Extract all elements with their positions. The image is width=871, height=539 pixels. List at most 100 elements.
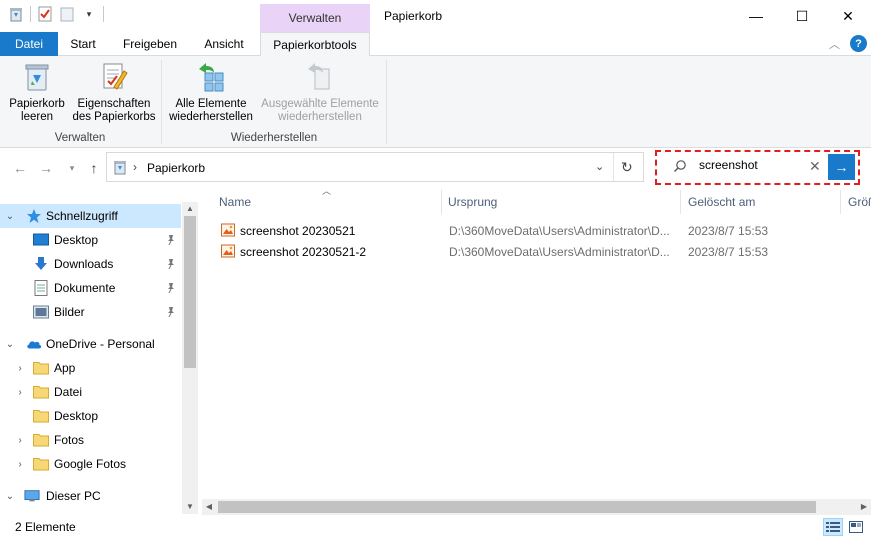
column-header-origin[interactable]: Ursprung [448,190,497,214]
nav-item-label: Schnellzugriff [46,209,118,223]
breadcrumb-chevron-icon[interactable]: › [133,160,137,174]
nav-item-onedrive[interactable]: ⌄ OneDrive - Personal [0,332,181,356]
nav-item-label: Bilder [54,305,85,319]
expand-chevron-icon[interactable]: › [14,435,26,446]
search-icon [673,159,687,176]
restore-selected-button[interactable]: Ausgewählte Elemente wiederherstellen [260,60,380,124]
nav-item-onedrive-desktop[interactable]: Desktop [0,404,181,428]
scroll-up-icon[interactable]: ▲ [182,202,198,216]
empty-recycle-bin-button[interactable]: Papierkorb leeren [6,60,68,124]
forward-arrow-icon[interactable]: → [38,160,54,176]
expand-chevron-icon[interactable]: › [14,363,26,374]
nav-item-dokumente[interactable]: Dokumente [0,276,181,300]
column-header-deleted[interactable]: Gelöscht am [688,190,755,214]
nav-item-label: Datei [54,385,83,399]
nav-item-datei[interactable]: › Datei [0,380,181,404]
document-icon [33,280,49,296]
scrollbar-thumb[interactable] [184,216,196,368]
qat-divider [30,6,31,22]
maximize-button[interactable]: ☐ [779,0,825,32]
column-divider[interactable] [680,190,681,214]
restore-selected-icon [304,60,336,94]
folder-icon [33,432,49,448]
folder-icon [33,360,49,376]
search-box[interactable]: ✕ → [661,154,855,180]
up-arrow-icon[interactable]: ↑ [86,160,102,176]
scroll-right-icon[interactable]: ▶ [857,499,871,515]
file-row[interactable]: screenshot 20230521-2 D:\360MoveData\Use… [212,241,871,262]
large-icons-view-icon[interactable] [846,518,866,536]
column-header-size[interactable]: Größ [848,190,871,214]
tab-freigeben[interactable]: Freigeben [114,32,186,56]
scroll-down-icon[interactable]: ▼ [182,500,198,514]
nav-item-desktop[interactable]: Desktop [0,228,181,252]
download-icon [33,256,49,272]
nav-item-label: Desktop [54,233,99,247]
collapse-chevron-icon[interactable]: ⌄ [4,339,16,350]
nav-item-app[interactable]: › App [0,356,181,380]
restore-all-icon [195,60,227,94]
image-file-icon [221,223,235,240]
nav-item-downloads[interactable]: Downloads [0,252,181,276]
nav-item-bilder[interactable]: Bilder [0,300,181,324]
recent-locations-chevron-icon[interactable]: ▾ [64,160,80,176]
file-name: screenshot 20230521-2 [240,245,367,259]
nav-item-dieser-pc[interactable]: ⌄ Dieser PC [0,484,181,508]
file-row[interactable]: screenshot 20230521 D:\360MoveData\Users… [212,220,871,241]
nav-item-label: OneDrive - Personal [46,337,155,351]
search-go-button[interactable]: → [828,154,855,180]
empty-recycle-bin-icon [21,60,53,94]
clear-search-icon[interactable]: ✕ [809,158,821,175]
collapse-chevron-icon[interactable]: ⌄ [4,491,16,502]
empty-recycle-bin-label: Papierkorb leeren [9,98,65,123]
pin-icon [166,258,176,273]
address-history-chevron-icon[interactable]: ⌄ [595,160,604,173]
pictures-icon [33,304,49,320]
details-view-icon[interactable] [823,518,843,536]
scrollbar-thumb[interactable] [218,501,816,513]
file-origin: D:\360MoveData\Users\Administrator\D... [449,245,670,259]
tab-datei[interactable]: Datei [0,32,58,56]
expand-chevron-icon[interactable]: › [14,459,26,470]
column-divider[interactable] [840,190,841,214]
file-origin: D:\360MoveData\Users\Administrator\D... [449,224,670,238]
properties-check-icon[interactable] [37,6,53,22]
tab-start[interactable]: Start [60,32,106,56]
pin-icon [166,234,176,249]
ribbon-divider [386,60,387,144]
expand-chevron-icon[interactable]: › [14,387,26,398]
new-folder-icon[interactable] [59,6,75,22]
address-bar[interactable]: › Papierkorb ⌄ ↻ [106,152,644,182]
customize-qat-icon[interactable]: ▾ [81,6,97,22]
refresh-icon[interactable]: ↻ [621,159,637,175]
minimize-button[interactable]: — [733,0,779,32]
navpane-scrollbar[interactable]: ▲ ▼ [182,202,198,514]
column-divider[interactable] [441,190,442,214]
pin-icon [166,282,176,297]
ribbon-group-wiederherstellen: Alle Elemente wiederherstellen Ausgewählt… [162,56,386,148]
recycle-bin-icon[interactable] [8,6,24,22]
nav-item-fotos[interactable]: › Fotos [0,428,181,452]
collapse-chevron-icon[interactable]: ⌄ [4,211,16,222]
tab-papierkorbtools[interactable]: Papierkorbtools [260,32,370,57]
back-arrow-icon[interactable]: ← [12,160,28,176]
close-button[interactable]: ✕ [825,0,871,32]
recycle-bin-properties-label: Eigenschaften des Papierkorbs [72,98,156,123]
nav-item-schnellzugriff[interactable]: ⌄ Schnellzugriff [0,204,181,228]
nav-item-label: App [54,361,76,375]
help-icon[interactable]: ? [850,35,867,52]
search-input[interactable] [699,158,804,172]
nav-item-label: Desktop [54,409,99,423]
file-deleted-date: 2023/8/7 15:53 [688,224,769,238]
scroll-left-icon[interactable]: ◀ [202,499,216,515]
breadcrumb-papierkorb[interactable]: Papierkorb [147,161,205,175]
column-header-name[interactable]: Name [219,190,251,214]
nav-item-label: Downloads [54,257,114,271]
filelist-horizontal-scrollbar[interactable]: ◀ ▶ [202,499,871,515]
nav-item-google-fotos[interactable]: › Google Fotos [0,452,181,476]
collapse-ribbon-icon[interactable]: ︿ [829,36,840,52]
restore-all-button[interactable]: Alle Elemente wiederherstellen [166,60,256,124]
recycle-bin-properties-button[interactable]: Eigenschaften des Papierkorbs [72,60,156,124]
tab-ansicht[interactable]: Ansicht [196,32,252,56]
ribbon: Papierkorb leeren Eigenschaften des Papier… [0,56,871,148]
